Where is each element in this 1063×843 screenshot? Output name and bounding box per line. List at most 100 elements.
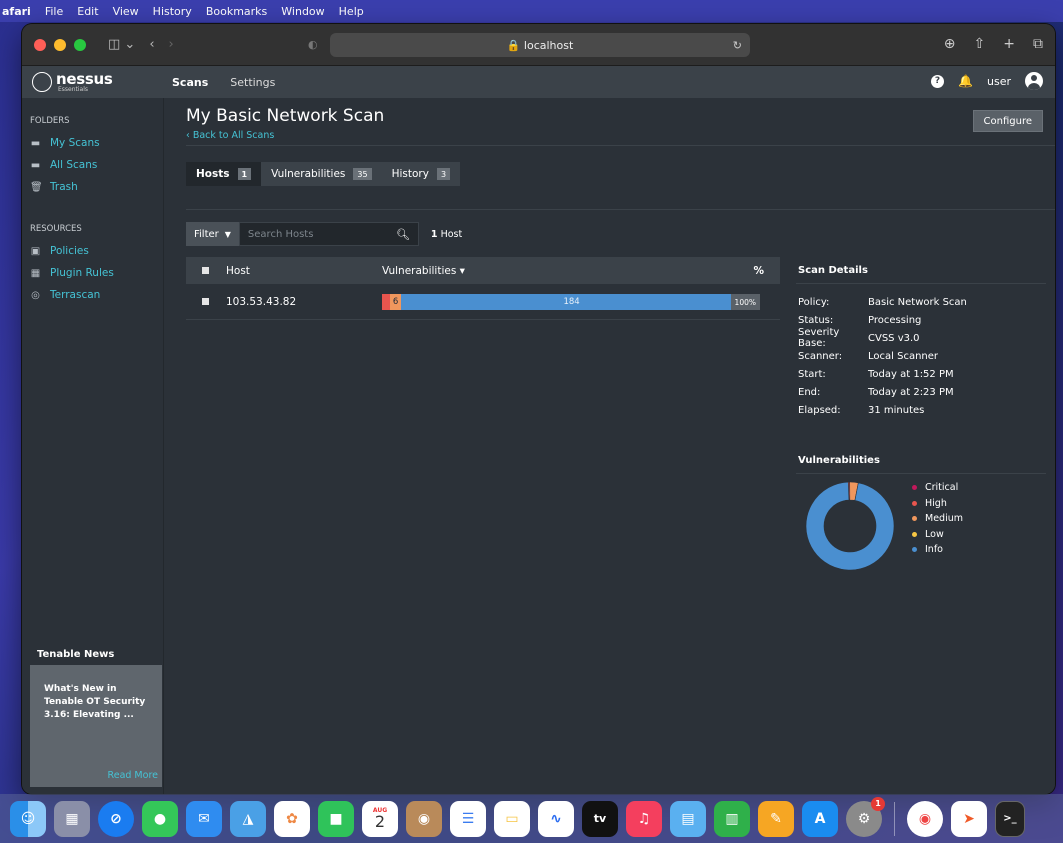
tab-overview-icon[interactable]: ⧉ — [1033, 36, 1043, 52]
legend-item-info[interactable]: Info — [912, 542, 963, 558]
legend-item-high[interactable]: High — [912, 496, 963, 512]
safari-icon[interactable]: ⊘ — [98, 800, 134, 837]
row-checkbox[interactable] — [202, 298, 209, 305]
share-icon[interactable]: ⇧ — [974, 36, 986, 52]
news-headline[interactable]: What's New in Tenable OT Security 3.16: … — [44, 684, 145, 720]
news-read-more-link[interactable]: Read More — [108, 769, 158, 783]
terminal-icon[interactable]: >_ — [995, 800, 1025, 837]
table-header: Host Vulnerabilities ▾ % — [186, 257, 780, 284]
sidebar-item-terrascan[interactable]: ◎ Terrascan — [22, 284, 163, 306]
select-all-checkbox[interactable] — [202, 267, 209, 274]
menu-history[interactable]: History — [153, 5, 192, 18]
sidebar-item-policies[interactable]: ▣ Policies — [22, 240, 163, 262]
detail-value: Basic Network Scan — [868, 296, 967, 308]
back-to-all-scans-link[interactable]: ‹ Back to All Scans — [186, 130, 274, 141]
column-header-vulnerabilities[interactable]: Vulnerabilities ▾ — [382, 265, 465, 277]
menu-edit[interactable]: Edit — [77, 5, 98, 18]
notes-icon[interactable]: ▭ — [494, 800, 530, 837]
keynote-icon[interactable]: ▤ — [670, 800, 706, 837]
menu-app-name[interactable]: afari — [2, 5, 31, 18]
macos-menu-bar: afari File Edit View History Bookmarks W… — [0, 0, 1063, 22]
search-hosts-input[interactable]: Search Hosts 🔍︎ — [238, 222, 419, 246]
user-name[interactable]: user — [987, 75, 1011, 88]
back-arrow-icon[interactable]: ‹ — [149, 37, 154, 52]
folders-heading: FOLDERS — [30, 116, 70, 126]
zoom-window-button[interactable] — [74, 38, 86, 51]
contacts-icon[interactable]: ◉ — [406, 800, 442, 837]
freeform-icon[interactable]: ∿ — [538, 800, 574, 837]
numbers-icon[interactable]: ▥ — [714, 800, 750, 837]
sidebar-toggle-icon[interactable]: ◫ ⌄ — [108, 37, 135, 52]
severity-bar-info[interactable]: 184 — [401, 294, 742, 310]
table-row[interactable]: 103.53.43.82 6 184 100% — [186, 284, 780, 320]
bell-icon[interactable]: 🔔 — [958, 74, 973, 88]
tab-history[interactable]: History 3 — [381, 162, 461, 186]
sidebar-item-my-scans[interactable]: ▬ My Scans — [22, 132, 163, 154]
apple-tv-icon[interactable]: tv — [582, 800, 618, 837]
tab-hosts[interactable]: Hosts 1 — [186, 162, 262, 186]
new-tab-icon[interactable]: + — [1003, 36, 1015, 52]
messages-icon[interactable]: ● — [142, 800, 178, 837]
sidebar-item-label: Policies — [50, 245, 89, 257]
help-icon[interactable]: ? — [931, 74, 945, 88]
app-store-icon[interactable]: A — [802, 800, 838, 837]
finder-icon[interactable]: ☺ — [10, 800, 46, 837]
music-icon[interactable]: ♫ — [626, 800, 662, 837]
close-window-button[interactable] — [34, 38, 46, 51]
privacy-shield-icon[interactable]: ◐ — [308, 38, 318, 51]
column-header-host[interactable]: Host — [226, 265, 250, 277]
legend-item-low[interactable]: Low — [912, 527, 963, 543]
severity-bar-high[interactable] — [382, 294, 390, 310]
detail-row-scanner: Scanner: Local Scanner — [796, 347, 1046, 365]
configure-button[interactable]: Configure — [972, 110, 1043, 132]
menu-help[interactable]: Help — [339, 5, 364, 18]
forward-arrow-icon[interactable]: › — [169, 37, 174, 52]
title-divider — [186, 145, 1055, 146]
legend-item-critical[interactable]: Critical — [912, 480, 963, 496]
scan-tabs: Hosts 1 Vulnerabilities 35 History 3 — [186, 162, 461, 186]
launchpad-icon[interactable]: ▦ — [54, 800, 90, 837]
menu-bookmarks[interactable]: Bookmarks — [206, 5, 267, 18]
nav-settings[interactable]: Settings — [230, 76, 275, 89]
nav-scans[interactable]: Scans — [172, 76, 208, 89]
downloads-icon[interactable]: ⊕ — [944, 36, 956, 52]
vulnerabilities-donut-chart[interactable] — [802, 478, 898, 574]
chrome-icon[interactable]: ◉ — [907, 800, 943, 837]
reminders-icon[interactable]: ☰ — [450, 800, 486, 837]
search-icon[interactable]: 🔍︎ — [396, 228, 410, 241]
menu-file[interactable]: File — [45, 5, 63, 18]
facetime-icon[interactable]: ■ — [318, 800, 354, 837]
notification-badge: 1 — [871, 796, 885, 811]
host-ip[interactable]: 103.53.43.82 — [226, 296, 296, 308]
severity-bar-medium[interactable]: 6 — [389, 294, 402, 310]
nessus-logo[interactable]: nessus Essentials — [22, 71, 172, 93]
tab-vulnerabilities[interactable]: Vulnerabilities 35 — [261, 162, 382, 186]
mail-icon[interactable]: ✉ — [186, 800, 222, 837]
detail-key: Elapsed: — [798, 404, 841, 416]
swift-icon[interactable]: ➤ — [951, 800, 987, 837]
menu-view[interactable]: View — [113, 5, 139, 18]
detail-value: Processing — [868, 314, 922, 326]
host-count-label: Host — [440, 228, 463, 240]
filter-label: Filter — [194, 228, 219, 240]
legend-item-medium[interactable]: Medium — [912, 511, 963, 527]
menu-window[interactable]: Window — [281, 5, 324, 18]
legend-label: High — [925, 497, 947, 509]
news-body[interactable]: What's New in Tenable OT Security 3.16: … — [30, 665, 162, 787]
photos-icon[interactable]: ✿ — [274, 800, 310, 837]
reload-icon[interactable]: ↻ — [733, 39, 742, 52]
filter-button[interactable]: Filter ▼ — [186, 222, 239, 246]
pages-icon[interactable]: ✎ — [758, 800, 794, 837]
sidebar-item-all-scans[interactable]: ▬ All Scans — [22, 154, 163, 176]
address-bar[interactable]: 🔒 localhost ↻ — [330, 33, 750, 57]
severity-bar[interactable]: 6 184 — [382, 294, 742, 310]
user-avatar-icon[interactable] — [1025, 72, 1043, 90]
sidebar-item-plugin-rules[interactable]: ▦ Plugin Rules — [22, 262, 163, 284]
maps-icon[interactable]: ◮ — [230, 800, 266, 837]
sidebar-item-trash[interactable]: 🗑 Trash — [22, 176, 163, 198]
system-settings-icon[interactable]: ⚙ 1 — [846, 796, 885, 837]
minimize-window-button[interactable] — [54, 38, 66, 51]
nessus-logo-icon — [32, 72, 52, 92]
vulnerabilities-chart: Critical High Medium Low Info — [796, 474, 1046, 574]
calendar-icon[interactable]: AUG 2 — [362, 800, 398, 837]
